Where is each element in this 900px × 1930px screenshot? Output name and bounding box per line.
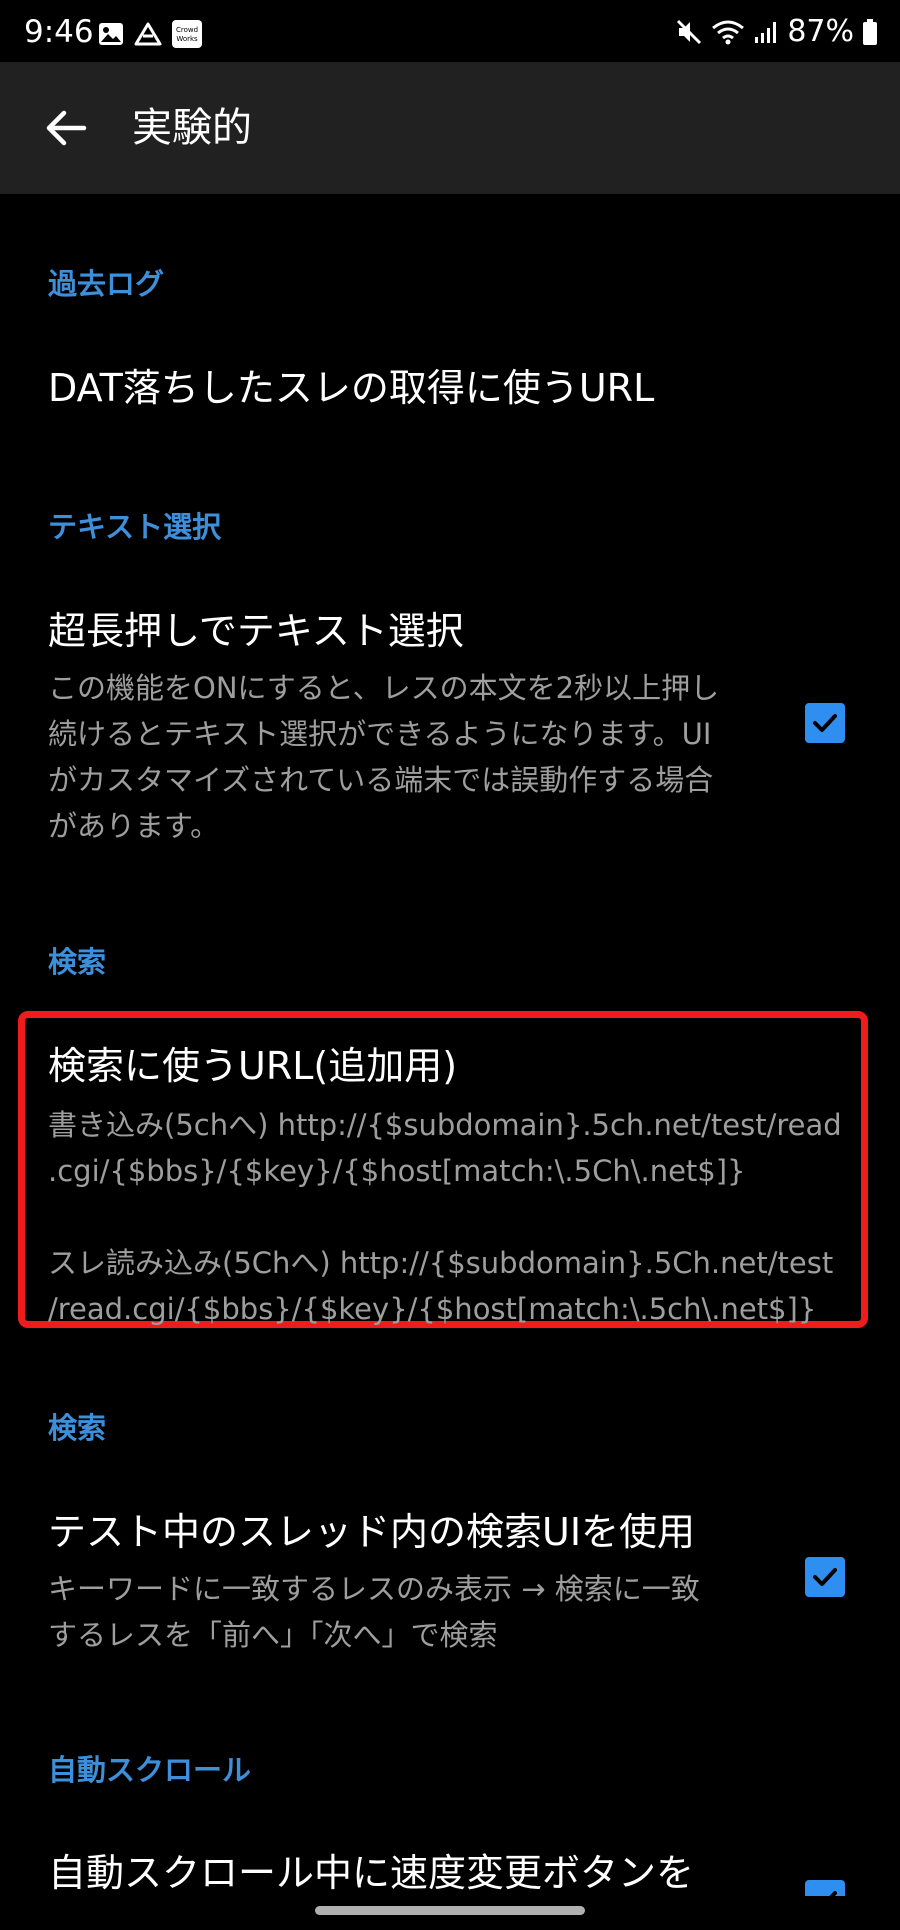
page-title: 実験的 xyxy=(132,105,252,151)
summary-line: この機能をONにすると、レスの本文を2秒以上押し xyxy=(48,671,720,705)
pref-title-search-ui: テスト中のスレッド内の検索UIを使用 xyxy=(48,1510,696,1554)
status-left-icons: Crowd Works xyxy=(98,20,202,52)
pref-title-dat-url: DAT落ちしたスレの取得に使うURL xyxy=(48,366,655,410)
drive-icon xyxy=(134,22,162,50)
checkbox-auto-scroll[interactable] xyxy=(805,1880,845,1896)
checkbox-search-ui[interactable] xyxy=(805,1557,845,1597)
crowdworks-logo-text-2: Works xyxy=(176,35,198,43)
check-icon xyxy=(829,1891,837,1896)
check-icon xyxy=(813,1568,837,1586)
section-header-text-select: テキスト選択 xyxy=(48,510,222,544)
signal-icon xyxy=(753,19,779,45)
checkbox-long-press-select[interactable] xyxy=(805,703,845,743)
battery-percent: 87% xyxy=(787,14,854,49)
image-icon xyxy=(98,22,124,50)
crowdworks-logo-text-1: Crowd xyxy=(176,26,198,34)
status-bar: 9:46 Crowd Works 87% xyxy=(0,0,900,62)
summary-line: .cgi/{$bbs}/{$key}/{$host[match:\.5Ch\.n… xyxy=(48,1154,746,1188)
section-header-auto-scroll: 自動スクロール xyxy=(48,1753,252,1787)
battery-icon xyxy=(862,18,878,46)
section-header-search: 検索 xyxy=(48,945,107,979)
pref-summary-long-press-select: この機能をONにすると、レスの本文を2秒以上押し 続けるとテキスト選択ができるよ… xyxy=(48,665,768,849)
crowdworks-icon: Crowd Works xyxy=(172,20,202,52)
summary-line: があります。 xyxy=(48,809,220,843)
summary-line: 書き込み(5chへ) http://{$subdomain}.5ch.net/t… xyxy=(48,1108,842,1142)
back-button[interactable] xyxy=(30,98,102,158)
pref-summary-search-ui: キーワードに一致するレスのみ表示 → 検索に一致 するレスを「前へ」「次へ」で検… xyxy=(48,1566,768,1658)
summary-line: がカスタマイズされている端末では誤動作する場合 xyxy=(48,763,714,797)
pref-title-auto-scroll: 自動スクロール中に速度変更ボタンを xyxy=(48,1851,695,1895)
check-icon xyxy=(813,714,837,732)
wifi-icon xyxy=(711,18,745,46)
summary-line: /read.cgi/{$bbs}/{$key}/{$host[match:\.5… xyxy=(48,1292,817,1326)
pref-title-search-url: 検索に使うURL(追加用) xyxy=(48,1044,458,1088)
status-right: 87% xyxy=(675,14,878,50)
section-header-search-ui: 検索 xyxy=(48,1411,107,1445)
arrow-left-icon xyxy=(46,110,87,146)
gesture-nav-handle[interactable] xyxy=(315,1906,585,1915)
summary-line: するレスを「前へ」「次へ」で検索 xyxy=(48,1618,498,1652)
settings-screen: 9:46 Crowd Works 87% 実験的 過去ログ DAT落ちしたスレの… xyxy=(0,0,900,1930)
summary-line: スレ読み込み(5Chへ) http://{$subdomain}.5Ch.net… xyxy=(48,1246,834,1280)
summary-line xyxy=(48,1194,838,1240)
app-bar: 実験的 xyxy=(0,62,900,194)
mute-icon xyxy=(675,18,703,46)
section-header-past-log: 過去ログ xyxy=(48,267,165,301)
pref-title-long-press-select: 超長押しでテキスト選択 xyxy=(48,609,464,653)
summary-line: 続けるとテキスト選択ができるようになります。UI xyxy=(48,717,712,751)
summary-line: キーワードに一致するレスのみ表示 → 検索に一致 xyxy=(48,1572,700,1606)
status-time: 9:46 xyxy=(24,14,94,50)
pref-summary-search-url: 書き込み(5chへ) http://{$subdomain}.5ch.net/t… xyxy=(48,1102,842,1332)
